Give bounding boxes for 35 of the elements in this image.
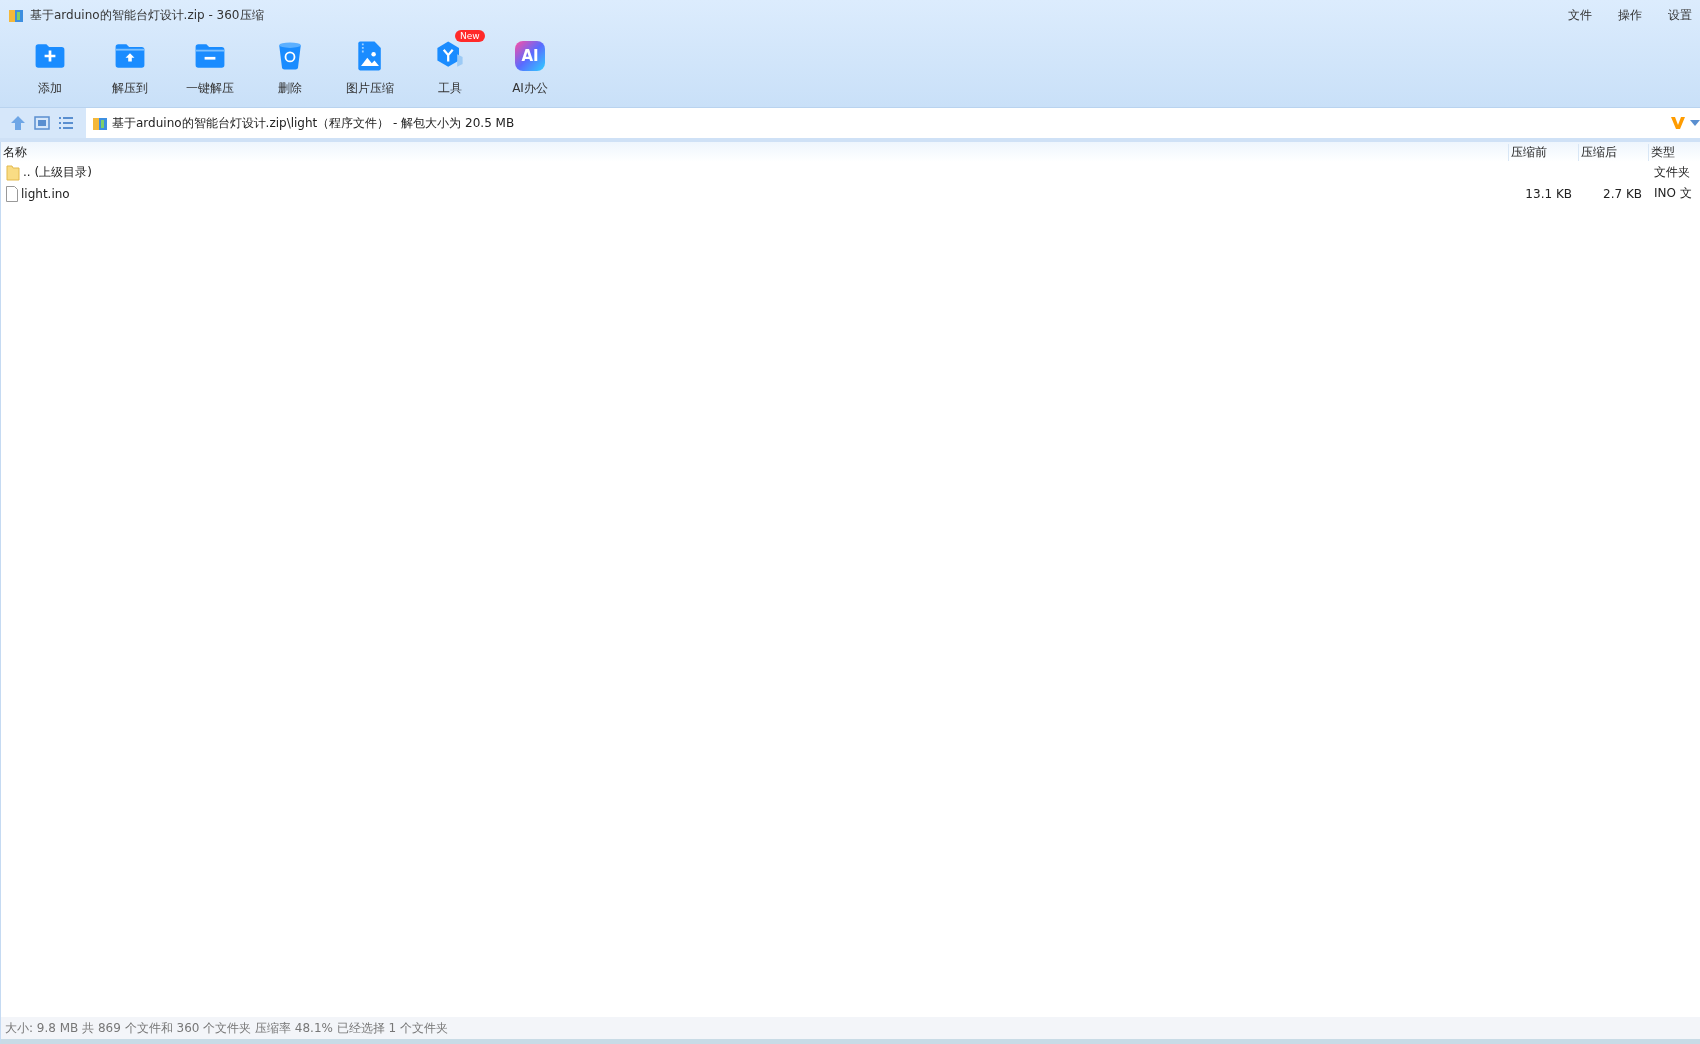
toolbar-button[interactable]: 一键解压 [170,30,250,97]
v-logo-icon[interactable] [1670,115,1686,131]
compressed-size-cell: 2.7 KB [1603,186,1642,201]
status-text: 大小: 9.8 MB 共 869 个文件和 360 个文件夹 压缩率 48.1% 已经选择 1 个文件夹 [4,1021,449,1035]
toolbar-button[interactable]: 图片压缩 [330,30,410,97]
archive-icon [8,7,24,23]
type-cell: INO 文 [1654,186,1692,200]
toolbar-button[interactable]: New 工具 [410,30,490,97]
new-badge: New [455,30,485,42]
menu-item[interactable]: 文件 [1568,6,1592,24]
address-path: 基于arduino的智能台灯设计.zip\light（程序文件） - 解包大小为 20.5 MB [112,114,515,132]
column-header[interactable]: 压缩前 [1508,143,1578,161]
folder-icon [6,164,20,181]
list-view-icon[interactable] [58,115,74,131]
column-header[interactable]: 类型 [1648,143,1700,161]
dropdown-arrow-icon[interactable] [1690,119,1700,127]
ai-icon: AI [515,41,545,71]
file-name[interactable]: .. (上级目录) [23,164,92,181]
thumbnail-view-icon[interactable] [34,115,50,131]
column-header[interactable]: 名称 [1,143,1508,161]
address-field[interactable]: 基于arduino的智能台灯设计.zip\light（程序文件） - 解包大小为 20.5 MB [86,108,1700,138]
archive-icon [92,115,108,131]
type-cell: 文件夹 [1654,165,1690,179]
toolbar-button[interactable]: 添加 [10,30,90,97]
toolbar-button[interactable]: AI AI办公 [490,30,570,97]
menu-item[interactable]: 操作 [1618,6,1642,24]
size-cell: 13.1 KB [1525,186,1572,201]
file-name[interactable]: light.ino [21,186,70,201]
menu-item[interactable]: 设置 [1668,6,1692,24]
file-icon [6,185,18,202]
toolbar-button[interactable]: 解压到 [90,30,170,97]
column-header[interactable]: 压缩后 [1578,143,1648,161]
up-arrow-icon[interactable] [10,115,26,131]
toolbar-button[interactable]: 删除 [250,30,330,97]
window-title: 基于arduino的智能台灯设计.zip - 360压缩 [30,6,264,24]
